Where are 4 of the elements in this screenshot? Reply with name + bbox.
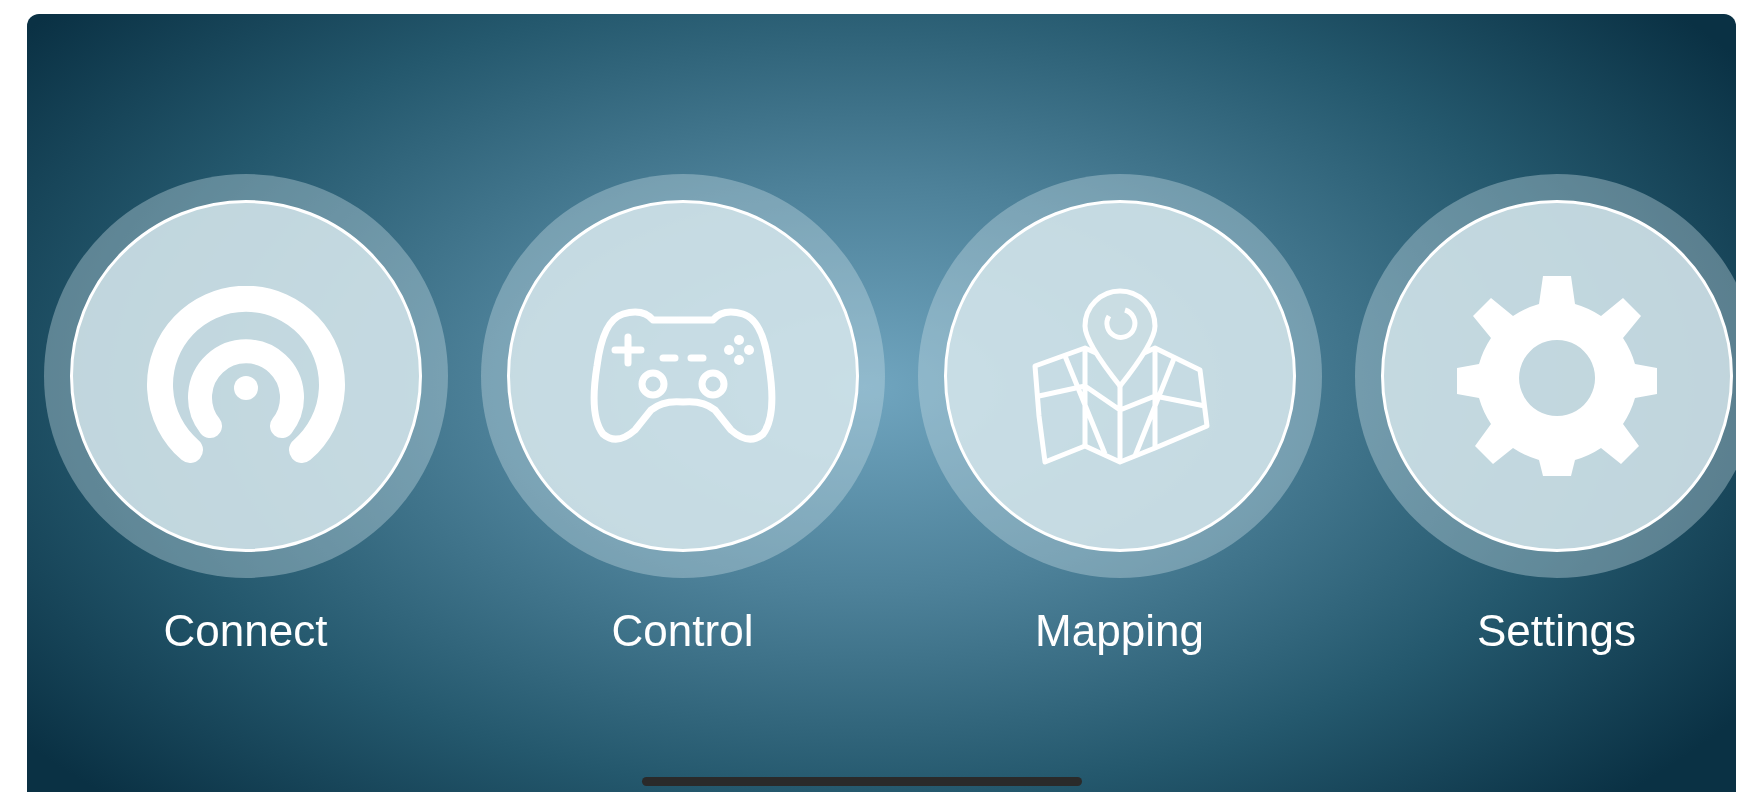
menu-label: Mapping: [1035, 606, 1204, 656]
menu-label: Control: [611, 606, 754, 656]
menu-label: Connect: [163, 606, 328, 656]
menu-label: Settings: [1477, 606, 1636, 656]
